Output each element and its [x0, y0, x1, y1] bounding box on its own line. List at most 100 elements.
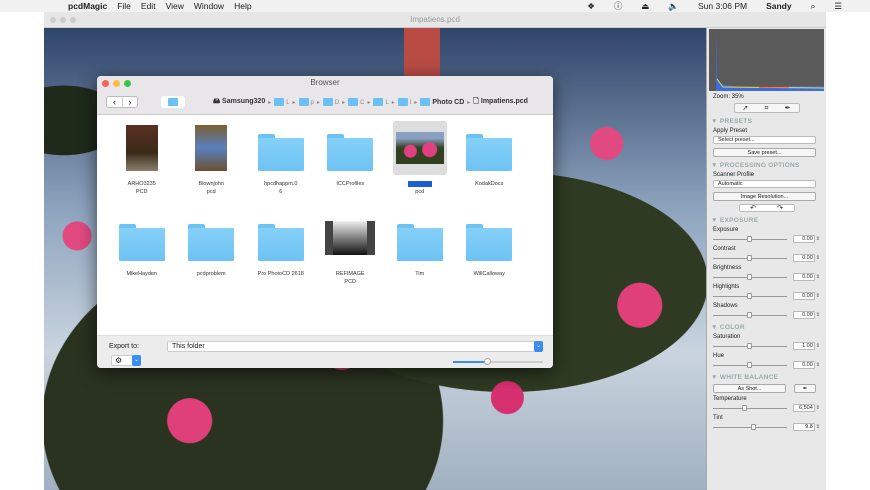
menu-edit[interactable]: Edit: [141, 1, 156, 11]
slider-thumb[interactable]: [746, 273, 752, 280]
file-item[interactable]: MikeHayden: [107, 211, 177, 301]
file-item[interactable]: Pro PhotoCD 2618: [246, 211, 316, 301]
breadcrumb-item[interactable]: C: [348, 98, 364, 106]
browser-zoom-button[interactable]: [124, 80, 131, 87]
stepper[interactable]: ⇕: [816, 312, 820, 318]
rotate-right-icon[interactable]: ↷: [777, 205, 783, 212]
slider-thumb[interactable]: [746, 254, 752, 261]
slider-thumb[interactable]: [746, 292, 752, 299]
notification-icon[interactable]: ☰: [834, 1, 842, 12]
slider-thumb[interactable]: [746, 342, 752, 349]
slider[interactable]: [713, 292, 787, 299]
stepper[interactable]: ⇕: [816, 343, 820, 349]
slider-thumb[interactable]: [746, 235, 752, 242]
file-item[interactable]: Blownjohn pcd: [177, 121, 247, 211]
breadcrumb-item[interactable]: Photo CD: [420, 98, 464, 106]
breadcrumb-item[interactable]: L: [274, 98, 290, 106]
breadcrumb-item[interactable]: p: [298, 98, 314, 106]
file-item[interactable]: ICCProfiles: [316, 121, 386, 211]
stepper[interactable]: ⇕: [816, 236, 820, 242]
user-name[interactable]: Sandy: [766, 1, 792, 11]
file-item[interactable]: WillCalloway: [455, 211, 525, 301]
value-field[interactable]: 0.00: [792, 235, 815, 243]
value-field[interactable]: 0.00: [792, 361, 815, 369]
slider[interactable]: [713, 423, 787, 430]
menu-file[interactable]: File: [117, 1, 131, 11]
folder-button[interactable]: [161, 96, 185, 108]
dropbox-icon[interactable]: ❖: [587, 1, 595, 12]
breadcrumb-item[interactable]: D: [322, 98, 339, 106]
file-item[interactable]: ARHO3235 PCD: [107, 121, 177, 211]
presets-header[interactable]: ▼ PRESETS: [707, 118, 826, 125]
slider[interactable]: [713, 311, 787, 318]
file-item[interactable]: Impatiens pcd: [385, 121, 455, 211]
file-item[interactable]: KodakDocs: [455, 121, 525, 211]
browser-minimize-button[interactable]: [113, 80, 120, 87]
save-preset-button[interactable]: Save preset...: [713, 148, 816, 157]
value-field[interactable]: 0.00: [792, 292, 815, 300]
close-button[interactable]: [50, 17, 56, 23]
file-item[interactable]: Tim: [385, 211, 455, 301]
breadcrumb-item[interactable]: L: [373, 98, 389, 106]
export-select[interactable]: This folder ⌄: [167, 341, 543, 352]
value-field[interactable]: 0.00: [792, 254, 815, 262]
file-item[interactable]: pcdproblem: [177, 211, 247, 301]
slider-thumb[interactable]: [746, 311, 752, 318]
spotlight-icon[interactable]: ⌕: [811, 1, 816, 12]
preset-select[interactable]: Select preset...: [713, 136, 816, 144]
file-item[interactable]: REFIMAGE PCD: [316, 211, 386, 301]
volume-icon[interactable]: 🔈: [668, 1, 679, 12]
menu-app[interactable]: pcdMagic: [68, 1, 107, 11]
breadcrumb-item[interactable]: 🖴 Samsung320: [213, 97, 265, 108]
slider[interactable]: [713, 273, 787, 280]
file-grid: ARHO3235 PCD Blownjohn pcd hpcdhappm.0 6 ICCPr…: [97, 116, 553, 336]
menu-view[interactable]: View: [166, 1, 184, 11]
menu-help[interactable]: Help: [234, 1, 251, 11]
scanner-profile-select[interactable]: Automatic: [713, 180, 816, 188]
breadcrumb-item[interactable]: 🗋 Impatiens.pcd: [473, 97, 528, 108]
eject-icon[interactable]: ⏏: [641, 1, 649, 12]
stepper[interactable]: ⇕: [816, 362, 820, 368]
slider-thumb[interactable]: [750, 423, 756, 430]
stepper[interactable]: ⇕: [816, 424, 820, 430]
rotate-left-icon[interactable]: ↶: [750, 205, 756, 212]
forward-button[interactable]: ›: [122, 97, 137, 107]
slider[interactable]: [713, 404, 787, 411]
clock[interactable]: Sun 3:06 PM: [698, 1, 747, 11]
slider[interactable]: [713, 235, 787, 242]
as-shot-button[interactable]: As Shot...: [713, 384, 786, 393]
image-resolution-button[interactable]: Image Resolution...: [713, 192, 816, 201]
value-field[interactable]: 1.00: [792, 342, 815, 350]
action-menu[interactable]: ⚙ ⌄: [111, 355, 141, 366]
value-field[interactable]: 0.00: [792, 273, 815, 281]
eyedropper-tool-icon[interactable]: ✒: [785, 104, 791, 112]
exposure-header[interactable]: ▼ EXPOSURE: [707, 217, 826, 224]
slider[interactable]: [713, 342, 787, 349]
file-item[interactable]: hpcdhappm.0 6: [246, 121, 316, 211]
stepper[interactable]: ⇕: [816, 274, 820, 280]
back-button[interactable]: ‹: [107, 97, 122, 107]
slider[interactable]: [713, 254, 787, 261]
thumbnail-size-slider[interactable]: [453, 358, 543, 365]
value-field[interactable]: 9.8: [792, 423, 815, 431]
minimize-button[interactable]: [60, 17, 66, 23]
value-field[interactable]: 6,504: [792, 404, 815, 412]
processing-header[interactable]: ▼ PROCESSING OPTIONS: [707, 162, 826, 169]
menu-window[interactable]: Window: [194, 1, 224, 11]
value-field[interactable]: 0.00: [792, 311, 815, 319]
wb-eyedropper-button[interactable]: ✒: [794, 384, 816, 393]
white-balance-header[interactable]: ▼ WHITE BALANCE: [707, 374, 826, 381]
browser-close-button[interactable]: [102, 80, 109, 87]
pointer-tool-icon[interactable]: ➚: [743, 104, 749, 112]
slider-thumb[interactable]: [746, 361, 752, 368]
breadcrumb-item[interactable]: I: [397, 98, 411, 106]
onepassword-icon[interactable]: ⓘ: [614, 0, 623, 12]
slider-thumb[interactable]: [741, 404, 747, 411]
stepper[interactable]: ⇕: [816, 405, 820, 411]
stepper[interactable]: ⇕: [816, 293, 820, 299]
slider[interactable]: [713, 361, 787, 368]
stepper[interactable]: ⇕: [816, 255, 820, 261]
zoom-button[interactable]: [70, 17, 76, 23]
crop-tool-icon[interactable]: ⌗: [765, 104, 769, 112]
color-header[interactable]: ▼ COLOR: [707, 324, 826, 331]
